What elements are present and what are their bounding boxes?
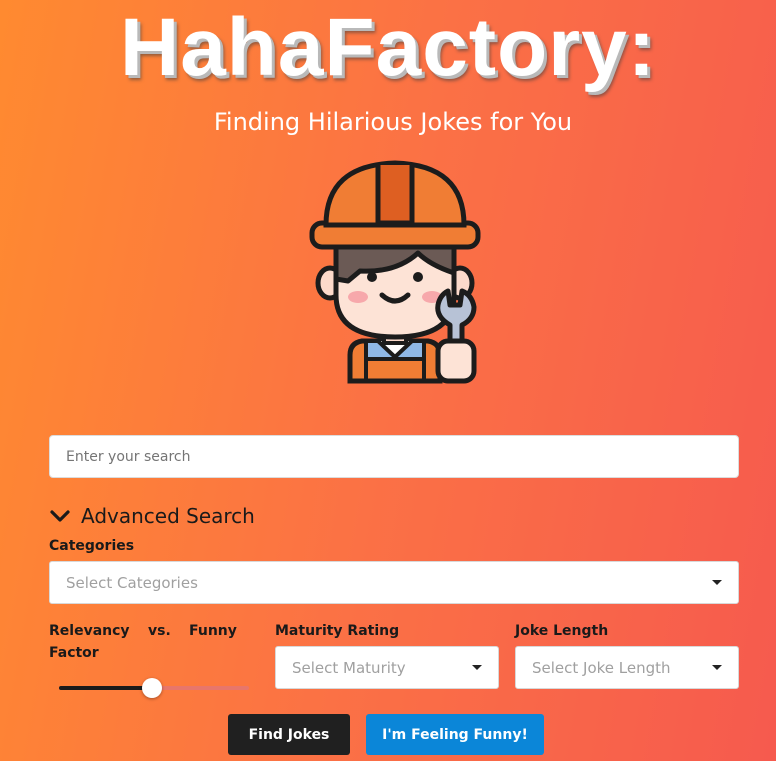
caret-down-icon <box>472 665 482 670</box>
feeling-funny-button[interactable]: I'm Feeling Funny! <box>366 714 544 755</box>
app-title: HahaFactory: <box>119 2 657 93</box>
caret-down-icon <box>712 580 722 585</box>
categories-label: Categories <box>49 538 135 554</box>
caret-down-icon <box>712 665 722 670</box>
categories-select[interactable]: Select Categories <box>49 561 739 604</box>
maturity-placeholder: Select Maturity <box>292 658 406 677</box>
app-subtitle: Finding Hilarious Jokes for You <box>213 108 573 136</box>
find-jokes-button[interactable]: Find Jokes <box>228 714 350 755</box>
joke-length-label: Joke Length <box>515 623 609 639</box>
slider-fill <box>59 686 153 690</box>
advanced-search-label: Advanced Search <box>81 504 255 528</box>
maturity-label: Maturity Rating <box>275 623 400 639</box>
slider-thumb[interactable] <box>142 678 163 698</box>
advanced-search-toggle[interactable]: Advanced Search <box>49 500 255 532</box>
relevancy-label-factor: Factor <box>49 645 99 661</box>
maturity-select[interactable]: Select Maturity <box>275 646 499 689</box>
chevron-down-icon <box>50 510 70 522</box>
relevancy-label-left: Relevancy <box>49 623 130 639</box>
joke-length-placeholder: Select Joke Length <box>532 658 671 677</box>
relevancy-label-vs: vs. <box>148 623 171 639</box>
construction-worker-with-wrench-icon <box>309 160 481 384</box>
categories-placeholder: Select Categories <box>66 573 198 592</box>
relevancy-label-right: Funny <box>189 623 237 639</box>
search-input[interactable] <box>49 435 739 478</box>
joke-length-select[interactable]: Select Joke Length <box>515 646 739 689</box>
relevancy-funny-slider[interactable] <box>59 678 249 698</box>
